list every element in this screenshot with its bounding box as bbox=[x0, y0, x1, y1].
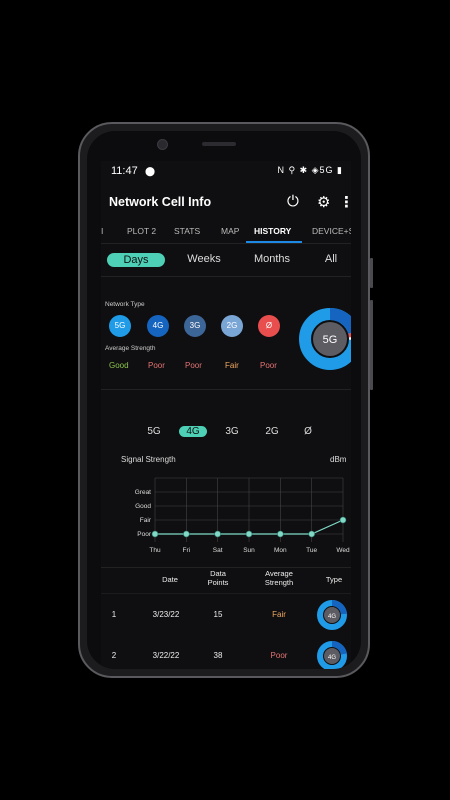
status-time: 11:47 bbox=[111, 165, 138, 177]
divider bbox=[101, 593, 351, 594]
network-type-donut: 5G bbox=[299, 308, 351, 370]
tab-history[interactable]: HISTORY bbox=[254, 226, 291, 236]
header-avg-strength: Average Strength bbox=[264, 569, 294, 587]
data-point bbox=[214, 530, 221, 538]
filter-none[interactable]: Ø bbox=[300, 426, 316, 437]
strength-none: Poor bbox=[260, 361, 277, 370]
phone-bezel: 11:47 ⬤ N ⚲ ✱ ◈5G ▮ Network Cell Info ⏻ … bbox=[87, 131, 361, 669]
header-data-points: Data Points bbox=[207, 569, 229, 587]
gear-icon[interactable]: ⚙ bbox=[317, 193, 330, 211]
row-index: 1 bbox=[111, 610, 117, 619]
range-weeks[interactable]: Weeks bbox=[177, 253, 231, 265]
data-point bbox=[277, 530, 284, 538]
active-tab-indicator bbox=[246, 241, 302, 243]
row-index: 2 bbox=[111, 651, 117, 660]
filter-3g[interactable]: 3G bbox=[221, 426, 243, 437]
filter-4g[interactable]: 4G bbox=[179, 426, 207, 437]
chart-title: Signal Strength bbox=[121, 455, 176, 464]
y-tick-label: Fair bbox=[140, 517, 152, 524]
row-strength: Poor bbox=[270, 651, 288, 660]
range-months[interactable]: Months bbox=[241, 253, 303, 265]
status-bar: 11:47 ⬤ N ⚲ ✱ ◈5G ▮ bbox=[101, 161, 351, 183]
tab-bar: I PLOT 2 STATS MAP HISTORY DEVICE+SIM bbox=[101, 221, 351, 244]
app-screen: 11:47 ⬤ N ⚲ ✱ ◈5G ▮ Network Cell Info ⏻ … bbox=[101, 161, 351, 669]
signal-strength-chart: Poor Fair Good Great Thu Fri Sat Sun Mon Tue Wed bbox=[135, 477, 350, 554]
strength-5g: Good bbox=[109, 361, 129, 370]
x-tick-label: Fri bbox=[183, 547, 191, 554]
volume-side-button bbox=[370, 300, 373, 390]
divider bbox=[101, 389, 351, 390]
range-selector: Days Weeks Months All bbox=[101, 247, 351, 277]
network-type-label: Network Type bbox=[105, 301, 145, 308]
x-tick-label: Wed bbox=[336, 547, 350, 554]
filter-5g[interactable]: 5G bbox=[143, 426, 165, 437]
type-donut-mini: 4G bbox=[317, 600, 347, 630]
type-3g-bubble: 3G bbox=[184, 315, 206, 337]
tab-partial[interactable]: I bbox=[101, 226, 103, 236]
location-icon: ⬤ bbox=[145, 166, 156, 176]
y-tick-label: Good bbox=[135, 503, 151, 510]
earpiece-speaker bbox=[202, 142, 236, 146]
type-2g-bubble: 2G bbox=[221, 315, 243, 337]
app-title: Network Cell Info bbox=[109, 195, 212, 209]
divider bbox=[101, 567, 351, 568]
row-date: 3/23/22 bbox=[152, 610, 180, 619]
row-type-label: 4G bbox=[328, 655, 336, 661]
row-type-label: 4G bbox=[328, 614, 336, 620]
x-tick-label: Mon bbox=[274, 547, 287, 554]
header-type: Type bbox=[325, 575, 343, 584]
tab-plot2[interactable]: PLOT 2 bbox=[127, 226, 156, 236]
tab-device-sim[interactable]: DEVICE+SIM bbox=[312, 226, 351, 236]
avg-strength-label: Average Strength bbox=[105, 345, 156, 352]
row-strength: Fair bbox=[272, 610, 286, 619]
more-vert-icon[interactable]: ⋮ bbox=[339, 193, 351, 211]
app-bar: Network Cell Info ⏻ ⚙ ⋮ bbox=[101, 183, 351, 221]
range-all[interactable]: All bbox=[311, 253, 351, 265]
divider bbox=[101, 276, 351, 277]
power-side-button bbox=[370, 258, 373, 288]
filter-2g[interactable]: 2G bbox=[261, 426, 283, 437]
x-tick-label: Tue bbox=[306, 547, 317, 554]
y-tick-label: Great bbox=[135, 489, 151, 496]
strength-4g: Poor bbox=[148, 361, 165, 370]
strength-3g: Poor bbox=[185, 361, 202, 370]
x-tick-label: Thu bbox=[149, 547, 161, 554]
header-date: Date bbox=[162, 575, 178, 584]
row-points: 15 bbox=[213, 610, 223, 619]
row-date: 3/22/22 bbox=[152, 651, 180, 660]
data-point bbox=[183, 530, 190, 538]
type-donut-mini: 4G bbox=[317, 641, 347, 669]
x-tick-label: Sun bbox=[243, 547, 255, 554]
data-point bbox=[245, 530, 253, 538]
status-icons: N ⚲ ✱ ◈5G ▮ bbox=[277, 165, 343, 175]
power-icon[interactable]: ⏻ bbox=[287, 193, 299, 210]
x-tick-label: Sat bbox=[213, 547, 223, 554]
tab-map[interactable]: MAP bbox=[221, 226, 239, 236]
data-point bbox=[339, 516, 347, 524]
type-5g-bubble: 5G bbox=[109, 315, 131, 337]
type-4g-bubble: 4G bbox=[147, 315, 169, 337]
row-points: 38 bbox=[213, 651, 223, 660]
front-camera bbox=[157, 139, 168, 150]
tab-stats[interactable]: STATS bbox=[174, 226, 200, 236]
phone-frame: 11:47 ⬤ N ⚲ ✱ ◈5G ▮ Network Cell Info ⏻ … bbox=[78, 122, 370, 678]
y-tick-label: Poor bbox=[137, 531, 152, 538]
donut-center-label: 5G bbox=[323, 334, 338, 346]
type-none-bubble: Ø bbox=[258, 315, 280, 337]
chart-unit-label: dBm bbox=[330, 455, 347, 464]
range-days[interactable]: Days bbox=[107, 253, 165, 267]
data-point bbox=[151, 530, 159, 538]
data-point bbox=[308, 530, 315, 538]
strength-2g: Fair bbox=[225, 361, 239, 370]
